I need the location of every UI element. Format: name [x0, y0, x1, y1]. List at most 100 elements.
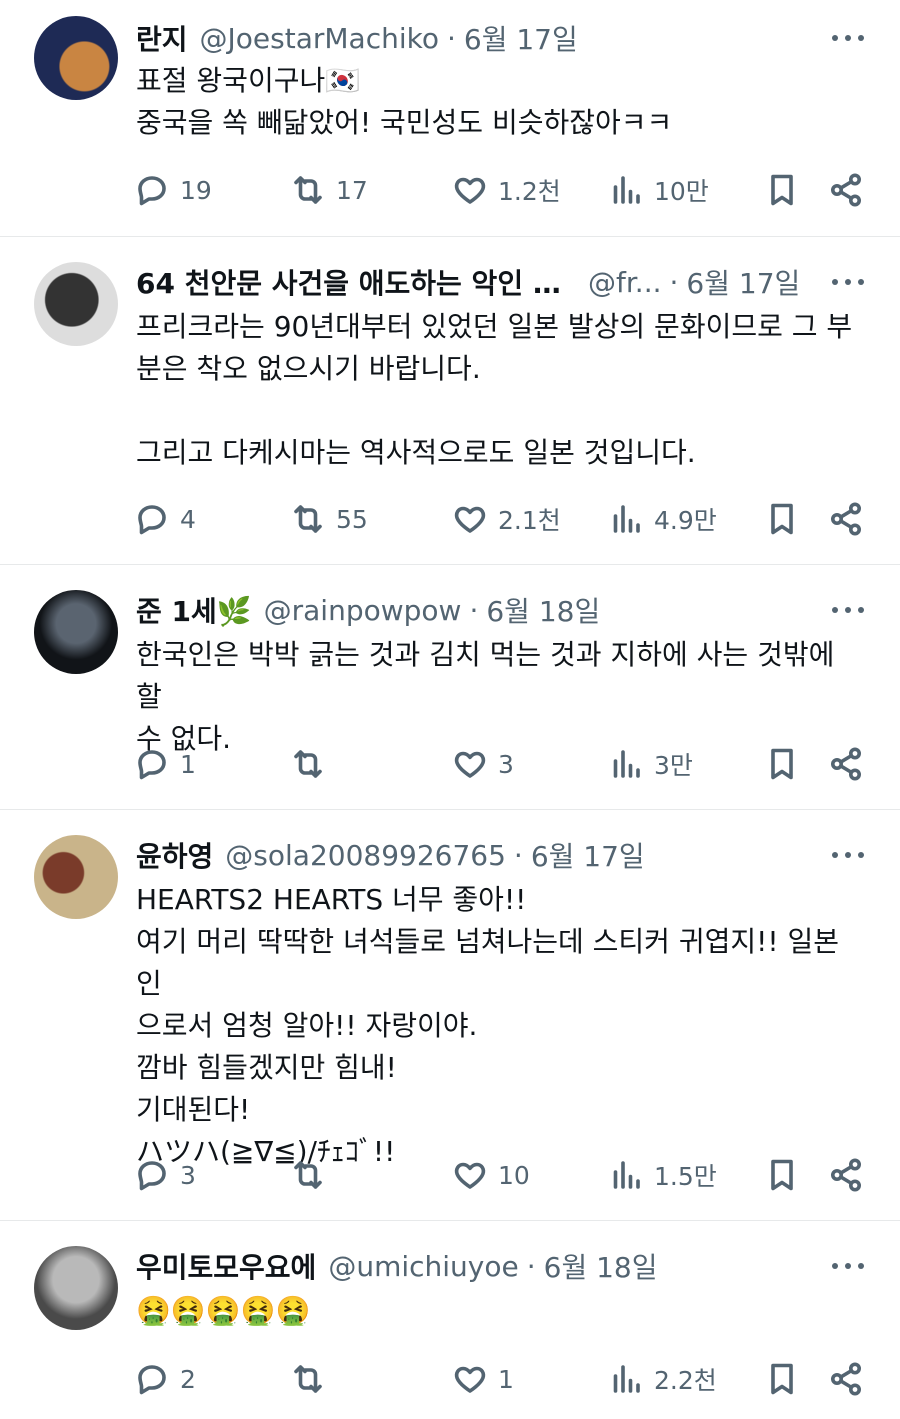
like-count: 1	[498, 1364, 514, 1394]
view-count: 2.2천	[654, 1366, 717, 1395]
display-name[interactable]: 준 1세🌿	[136, 590, 252, 630]
more-icon[interactable]	[832, 1256, 864, 1276]
heart-icon	[454, 506, 486, 533]
divider	[0, 236, 900, 237]
share-button[interactable]	[828, 168, 864, 212]
user-handle[interactable]: @fr...	[588, 266, 662, 299]
retweet-icon	[294, 505, 322, 533]
views-icon	[613, 1161, 640, 1189]
user-handle[interactable]: @rainpowpow	[264, 594, 462, 627]
like-button[interactable]: 3	[452, 742, 514, 786]
more-icon[interactable]	[832, 28, 864, 48]
views-button[interactable]: 2.2천	[608, 1357, 717, 1401]
reply-button[interactable]: 2	[134, 1357, 196, 1401]
retweet-button[interactable]	[290, 742, 336, 786]
reply-icon	[138, 505, 166, 535]
like-button[interactable]: 2.1천	[452, 497, 561, 541]
more-icon[interactable]	[832, 845, 864, 865]
heart-icon	[454, 751, 486, 778]
action-bar: 4 55 2.1천 4.9만	[134, 497, 866, 541]
bookmark-button[interactable]	[764, 742, 800, 786]
retweet-icon	[294, 176, 322, 204]
action-bar: 1 3 3만	[134, 742, 866, 786]
retweet-button[interactable]: 55	[290, 497, 368, 541]
tweet-date[interactable]: 6월 17일	[686, 262, 800, 302]
tweet-text: HEARTS2 HEARTS 너무 좋아!! 여기 머리 딱딱한 녀석들로 넘쳐…	[136, 883, 839, 1168]
views-icon	[613, 176, 640, 204]
more-icon[interactable]	[832, 272, 864, 292]
views-button[interactable]: 10만	[608, 168, 709, 212]
display-name[interactable]: 우미토모우요에	[136, 1246, 316, 1286]
retweet-icon	[294, 1365, 322, 1393]
views-icon	[613, 1365, 640, 1393]
bookmark-icon	[771, 1363, 793, 1395]
divider	[0, 564, 900, 565]
retweet-button[interactable]	[290, 1153, 336, 1197]
views-button[interactable]: 3만	[608, 742, 693, 786]
retweet-icon	[294, 750, 322, 778]
views-icon	[613, 505, 640, 533]
bookmark-button[interactable]	[764, 497, 800, 541]
avatar[interactable]	[34, 1246, 118, 1330]
tweet-text: 🤮🤮🤮🤮🤮	[136, 1294, 311, 1327]
avatar[interactable]	[34, 835, 118, 919]
reply-button[interactable]: 1	[134, 742, 196, 786]
like-button[interactable]: 1.2천	[452, 168, 561, 212]
views-button[interactable]: 4.9만	[608, 497, 717, 541]
like-count: 1.2천	[498, 177, 561, 206]
heart-icon	[454, 1162, 486, 1189]
bookmark-icon	[771, 174, 793, 206]
retweet-button[interactable]	[290, 1357, 336, 1401]
avatar[interactable]	[34, 16, 118, 100]
retweet-count: 55	[336, 504, 368, 534]
tweet-text: 프리크라는 90년대부터 있었던 일본 발상의 문화이므로 그 부 분은 착오 …	[136, 310, 853, 469]
retweet-button[interactable]: 17	[290, 168, 368, 212]
avatar[interactable]	[34, 262, 118, 346]
user-handle[interactable]: @umichiuyoe	[328, 1250, 518, 1283]
retweet-icon	[294, 1161, 322, 1189]
bookmark-button[interactable]	[764, 1153, 800, 1197]
reply-count: 3	[180, 1160, 196, 1190]
views-icon	[613, 750, 640, 778]
reply-button[interactable]: 4	[134, 497, 196, 541]
bookmark-icon	[771, 503, 793, 535]
reply-count: 19	[180, 175, 212, 205]
display-name[interactable]: 란지	[136, 18, 188, 58]
like-button[interactable]: 1	[452, 1357, 514, 1401]
reply-count: 4	[180, 504, 196, 534]
view-count: 3만	[654, 751, 693, 780]
view-count: 4.9만	[654, 506, 717, 535]
user-handle[interactable]: @sola20089926765	[225, 839, 506, 872]
share-icon	[831, 747, 861, 781]
reply-icon	[138, 176, 166, 206]
view-count: 1.5만	[654, 1162, 717, 1191]
share-button[interactable]	[828, 497, 864, 541]
tweet-date[interactable]: 6월 18일	[544, 1246, 658, 1286]
avatar[interactable]	[34, 590, 118, 674]
action-bar: 19 17 1.2천 10만	[134, 168, 866, 212]
share-icon	[831, 173, 861, 207]
like-button[interactable]: 10	[452, 1153, 530, 1197]
share-button[interactable]	[828, 1357, 864, 1401]
like-count: 10	[498, 1160, 530, 1190]
heart-icon	[454, 177, 486, 204]
reply-button[interactable]: 19	[134, 168, 212, 212]
retweet-count: 17	[336, 175, 368, 205]
bookmark-button[interactable]	[764, 168, 800, 212]
reply-button[interactable]: 3	[134, 1153, 196, 1197]
display-name[interactable]: 윤하영	[136, 835, 213, 875]
share-button[interactable]	[828, 1153, 864, 1197]
tweet-date[interactable]: 6월 17일	[464, 18, 578, 58]
bookmark-button[interactable]	[764, 1357, 800, 1401]
views-button[interactable]: 1.5만	[608, 1153, 717, 1197]
tweet-date[interactable]: 6월 17일	[531, 835, 645, 875]
reply-count: 2	[180, 1364, 196, 1394]
tweet-date[interactable]: 6월 18일	[486, 590, 600, 630]
bookmark-icon	[771, 1159, 793, 1191]
more-icon[interactable]	[832, 600, 864, 620]
share-button[interactable]	[828, 742, 864, 786]
reply-icon	[138, 750, 166, 780]
divider	[0, 809, 900, 810]
user-handle[interactable]: @JoestarMachiko	[200, 22, 439, 55]
display-name[interactable]: 64 천안문 사건을 애도하는 악인 얼...	[136, 262, 576, 302]
